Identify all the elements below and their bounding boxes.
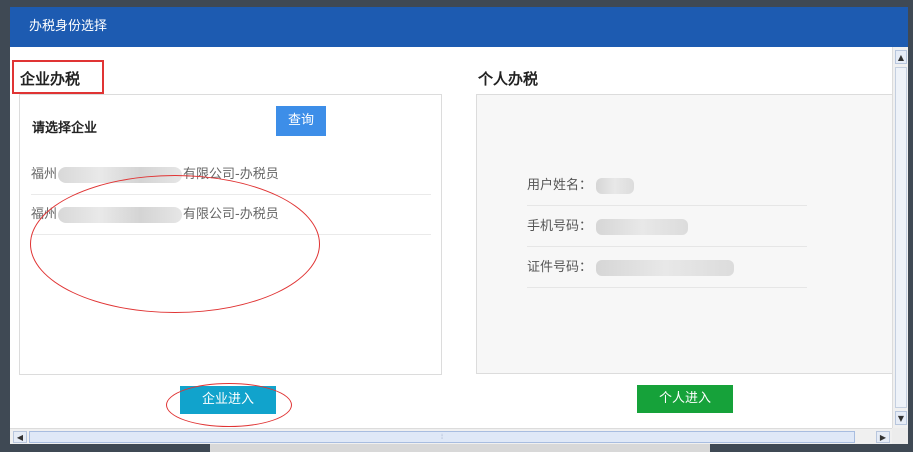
enterprise-item-suffix: 有限公司-办税员 <box>183 167 279 182</box>
select-enterprise-label: 请选择企业 <box>32 121 98 136</box>
enterprise-item[interactable]: 福州 有限公司-办税员 <box>31 155 431 195</box>
redacted-name <box>58 166 183 183</box>
enterprise-enter-button[interactable]: 企业进入 <box>180 386 276 414</box>
personal-title: 个人办税 <box>478 70 539 88</box>
personal-enter-button[interactable]: 个人进入 <box>637 385 733 413</box>
enterprise-item-suffix: 有限公司-办税员 <box>183 207 279 222</box>
enterprise-item-prefix: 福州 <box>31 167 58 182</box>
query-button[interactable]: 查询 <box>276 106 326 136</box>
redacted-value <box>596 259 735 276</box>
horizontal-scroll-thumb[interactable]: ⦙ <box>29 431 855 443</box>
redacted-value <box>596 177 635 194</box>
enterprise-title-annotation <box>12 60 104 94</box>
identity-dialog: 办税身份选择 企业办税 请选择企业 查询 福州 有限公司-办税员 福州 有限公司-办… <box>0 0 913 452</box>
scroll-left-icon[interactable]: ◀ <box>13 431 27 443</box>
redacted-value <box>596 218 689 235</box>
enterprise-item[interactable]: 福州 有限公司-办税员 <box>31 195 431 235</box>
vertical-scroll-thumb[interactable] <box>895 67 907 408</box>
enterprise-item-prefix: 福州 <box>31 207 58 222</box>
scrollbar-corner <box>892 428 908 444</box>
user-name-label: 用户姓名： <box>527 178 593 193</box>
phone-label: 手机号码： <box>527 219 593 234</box>
user-name-row: 用户姓名： <box>527 165 807 206</box>
scroll-up-icon[interactable]: ▲ <box>895 50 907 64</box>
background-page-footer <box>210 444 710 452</box>
dialog-content: 企业办税 请选择企业 查询 福州 有限公司-办税员 福州 有限公司-办税员 企业进入… <box>10 47 892 428</box>
enterprise-panel: 请选择企业 查询 福州 有限公司-办税员 福州 有限公司-办税员 <box>19 94 442 375</box>
phone-row: 手机号码： <box>527 206 807 247</box>
id-number-label: 证件号码： <box>527 260 593 275</box>
grip-icon: ⦙ <box>441 433 443 441</box>
vertical-scrollbar[interactable]: ▲ ▼ <box>892 47 908 428</box>
personal-panel: 用户姓名： 手机号码： 证件号码： <box>476 94 892 374</box>
scroll-right-icon[interactable]: ▶ <box>876 431 890 443</box>
dialog-title: 办税身份选择 <box>10 7 908 47</box>
horizontal-scrollbar[interactable]: ◀ ⦙ ▶ <box>10 428 892 444</box>
id-number-row: 证件号码： <box>527 247 807 288</box>
scroll-down-icon[interactable]: ▼ <box>895 411 907 425</box>
redacted-name <box>58 206 183 223</box>
